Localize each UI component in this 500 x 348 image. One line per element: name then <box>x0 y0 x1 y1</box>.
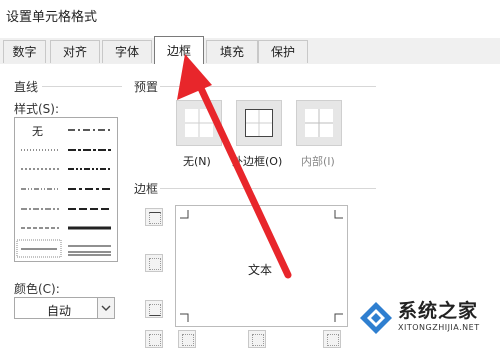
annotation-arrow <box>177 54 292 279</box>
arrow-shaft <box>194 78 292 279</box>
